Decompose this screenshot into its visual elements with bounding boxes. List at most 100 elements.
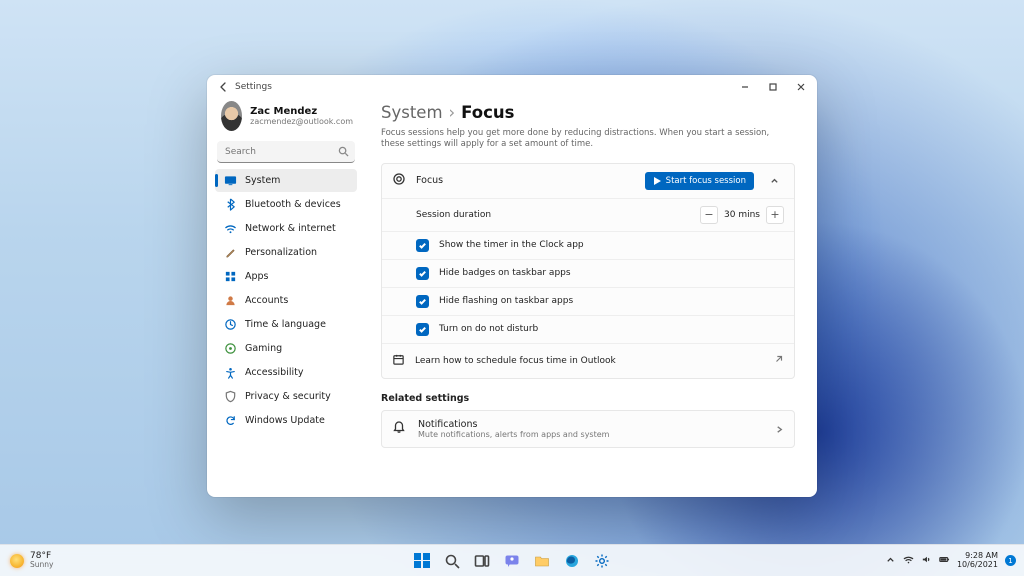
outlook-link-row[interactable]: Learn how to schedule focus time in Outl…: [382, 343, 794, 378]
sidebar-item-label: Privacy & security: [245, 391, 331, 402]
duration-row: Session duration − 30 mins +: [382, 198, 794, 231]
sidebar-item-windows-update[interactable]: Windows Update: [215, 409, 357, 432]
apps-icon: [223, 270, 237, 284]
gaming-icon: [223, 342, 237, 356]
avatar: [221, 101, 242, 131]
option-show-timer[interactable]: Show the timer in the Clock app: [382, 231, 794, 259]
close-button[interactable]: [787, 75, 815, 99]
sidebar-item-network[interactable]: Network & internet: [215, 217, 357, 240]
brush-icon: [223, 246, 237, 260]
taskbar-taskview[interactable]: [469, 548, 495, 574]
play-icon: [653, 177, 661, 185]
notifications-row[interactable]: Notifications Mute notifications, alerts…: [381, 410, 795, 448]
option-hide-badges[interactable]: Hide badges on taskbar apps: [382, 259, 794, 287]
update-icon: [223, 414, 237, 428]
start-button[interactable]: [409, 548, 435, 574]
desktop: Settings Zac Mendez zacmendez@outlook.co…: [0, 0, 1024, 576]
clock-date: 10/6/2021: [957, 561, 998, 569]
tray-battery-icon[interactable]: [939, 554, 950, 568]
sidebar-item-label: Bluetooth & devices: [245, 199, 341, 210]
sidebar-item-apps[interactable]: Apps: [215, 265, 357, 288]
outlook-link-label: Learn how to schedule focus time in Outl…: [415, 356, 616, 366]
taskbar-search[interactable]: [439, 548, 465, 574]
start-focus-button[interactable]: Start focus session: [645, 172, 754, 190]
option-label: Turn on do not disturb: [439, 324, 538, 334]
accessibility-icon: [223, 366, 237, 380]
tray-overflow-icon[interactable]: [885, 554, 896, 568]
bluetooth-icon: [223, 198, 237, 212]
focus-icon: [392, 171, 406, 190]
system-tray[interactable]: 9:28 AM 10/6/2021 1: [877, 552, 1024, 569]
sidebar-item-bluetooth[interactable]: Bluetooth & devices: [215, 193, 357, 216]
search-input[interactable]: [217, 141, 355, 163]
sidebar: Zac Mendez zacmendez@outlook.com System: [207, 99, 365, 497]
breadcrumb-current: Focus: [461, 103, 514, 122]
settings-window: Settings Zac Mendez zacmendez@outlook.co…: [207, 75, 817, 497]
sidebar-item-accessibility[interactable]: Accessibility: [215, 361, 357, 384]
chevron-right-icon: [775, 419, 784, 438]
option-hide-flashing[interactable]: Hide flashing on taskbar apps: [382, 287, 794, 315]
titlebar[interactable]: Settings: [207, 75, 817, 99]
taskbar-explorer[interactable]: [529, 548, 555, 574]
focus-card: Focus Start focus session Session durati…: [381, 163, 795, 379]
breadcrumb-parent[interactable]: System: [381, 103, 443, 122]
checkbox-icon[interactable]: [416, 323, 429, 336]
system-icon: [223, 174, 237, 188]
taskbar[interactable]: 78°F Sunny 9:28 AM 10/6/2021 1: [0, 544, 1024, 576]
sidebar-item-label: Personalization: [245, 247, 317, 258]
window-title: Settings: [233, 82, 272, 92]
search-box[interactable]: [217, 141, 355, 163]
taskbar-center: [409, 548, 615, 574]
search-icon: [338, 146, 349, 160]
sidebar-item-personalization[interactable]: Personalization: [215, 241, 357, 264]
profile[interactable]: Zac Mendez zacmendez@outlook.com: [215, 99, 357, 139]
sidebar-item-label: Apps: [245, 271, 269, 282]
windows-icon: [414, 553, 430, 569]
open-external-icon: [774, 354, 784, 367]
profile-email: zacmendez@outlook.com: [250, 117, 353, 126]
option-label: Hide badges on taskbar apps: [439, 268, 571, 278]
sidebar-item-gaming[interactable]: Gaming: [215, 337, 357, 360]
bell-icon: [392, 419, 406, 438]
collapse-button[interactable]: [764, 171, 784, 191]
person-icon: [223, 294, 237, 308]
option-dnd[interactable]: Turn on do not disturb: [382, 315, 794, 343]
duration-stepper: − 30 mins +: [700, 206, 784, 224]
taskbar-chat[interactable]: [499, 548, 525, 574]
sidebar-item-time-language[interactable]: Time & language: [215, 313, 357, 336]
sidebar-item-privacy[interactable]: Privacy & security: [215, 385, 357, 408]
maximize-button[interactable]: [759, 75, 787, 99]
duration-decrease[interactable]: −: [700, 206, 718, 224]
notifications-subtitle: Mute notifications, alerts from apps and…: [418, 430, 609, 439]
calendar-icon: [392, 353, 405, 369]
breadcrumb-sep: ›: [449, 103, 456, 122]
weather-cond: Sunny: [30, 561, 53, 569]
duration-increase[interactable]: +: [766, 206, 784, 224]
sidebar-item-label: Accessibility: [245, 367, 303, 378]
taskbar-edge[interactable]: [559, 548, 585, 574]
sun-icon: [10, 554, 24, 568]
sidebar-item-accounts[interactable]: Accounts: [215, 289, 357, 312]
wifi-icon: [223, 222, 237, 236]
clock-icon: [223, 318, 237, 332]
tray-wifi-icon[interactable]: [903, 554, 914, 568]
profile-name: Zac Mendez: [250, 106, 353, 117]
weather-widget[interactable]: 78°F Sunny: [0, 552, 63, 569]
focus-label: Focus: [416, 175, 635, 186]
sidebar-item-label: Accounts: [245, 295, 288, 306]
sidebar-item-system[interactable]: System: [215, 169, 357, 192]
taskbar-clock[interactable]: 9:28 AM 10/6/2021: [957, 552, 998, 569]
checkbox-icon[interactable]: [416, 295, 429, 308]
sidebar-item-label: Windows Update: [245, 415, 325, 426]
checkbox-icon[interactable]: [416, 239, 429, 252]
related-settings-title: Related settings: [381, 393, 795, 404]
minimize-button[interactable]: [731, 75, 759, 99]
sidebar-nav: System Bluetooth & devices Network & int…: [215, 169, 357, 432]
notification-badge[interactable]: 1: [1005, 555, 1016, 566]
taskbar-settings[interactable]: [589, 548, 615, 574]
checkbox-icon[interactable]: [416, 267, 429, 280]
tray-volume-icon[interactable]: [921, 554, 932, 568]
back-button[interactable]: [215, 82, 233, 92]
chevron-up-icon: [770, 176, 779, 185]
start-focus-label: Start focus session: [666, 176, 746, 186]
